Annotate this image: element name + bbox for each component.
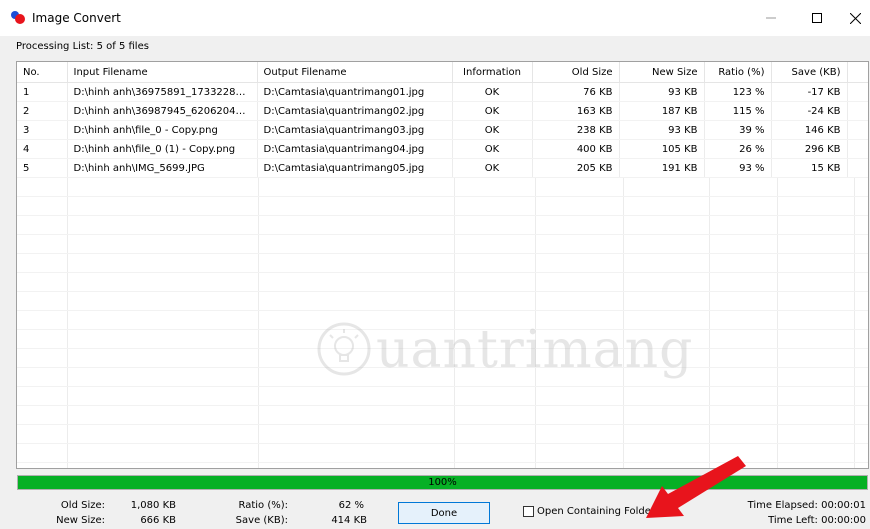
- table-row[interactable]: 1 D:\hinh anh\36975891_1733228273... D:\…: [17, 82, 868, 102]
- table-row[interactable]: 4 D:\hinh anh\file_0 (1) - Copy.png D:\C…: [17, 139, 868, 159]
- cell-output: D:\Camtasia\quantrimang05.jpg: [257, 158, 453, 178]
- table-header: No. Input Filename Output Filename Infor…: [17, 62, 868, 83]
- cell-info: OK: [452, 139, 533, 159]
- cell-info: OK: [452, 82, 533, 102]
- new-size-label: New Size:: [56, 515, 105, 526]
- cell-save: -24 KB: [771, 101, 848, 121]
- col-header-input[interactable]: Input Filename: [67, 62, 258, 83]
- cell-old-size: 400 KB: [532, 139, 620, 159]
- col-header-no[interactable]: No.: [17, 62, 68, 83]
- table-row[interactable]: 3 D:\hinh anh\file_0 - Copy.png D:\Camta…: [17, 120, 868, 140]
- col-header-output[interactable]: Output Filename: [257, 62, 453, 83]
- old-size-label: Old Size:: [60, 500, 105, 511]
- ratio-value: 62 %: [338, 500, 364, 511]
- cell-ratio: 39 %: [704, 120, 772, 140]
- app-icon: [10, 11, 26, 24]
- cell-input: D:\hinh anh\file_0 - Copy.png: [67, 120, 258, 140]
- processing-list-label: Processing List: 5 of 5 files: [16, 41, 149, 52]
- cell-no: 1: [17, 82, 68, 102]
- table-row[interactable]: 2 D:\hinh anh\36987945_6206204116... D:\…: [17, 101, 868, 121]
- cell-output: D:\Camtasia\quantrimang01.jpg: [257, 82, 453, 102]
- open-folder-label[interactable]: Open Containing Folder: [537, 506, 655, 517]
- old-size-value: 1,080 KB: [130, 500, 176, 511]
- cell-new-size: 191 KB: [619, 158, 705, 178]
- cell-old-size: 238 KB: [532, 120, 620, 140]
- lightbulb-icon: [316, 321, 372, 380]
- minimize-icon[interactable]: [748, 0, 794, 36]
- cell-ratio: 93 %: [704, 158, 772, 178]
- cell-input: D:\hinh anh\file_0 (1) - Copy.png: [67, 139, 258, 159]
- watermark-text: uantrimang: [376, 320, 694, 380]
- done-button[interactable]: Done: [398, 502, 490, 524]
- cell-input: D:\hinh anh\36975891_1733228273...: [67, 82, 258, 102]
- red-arrow-icon: [640, 452, 750, 527]
- cell-no: 5: [17, 158, 68, 178]
- close-icon[interactable]: [840, 0, 870, 36]
- image-convert-window: Image Convert Processing List: 5 of 5 fi…: [0, 0, 870, 529]
- cell-no: 3: [17, 120, 68, 140]
- save-label: Save (KB):: [235, 515, 288, 526]
- col-header-new-size[interactable]: New Size: [619, 62, 705, 83]
- maximize-icon[interactable]: [794, 0, 840, 36]
- cell-old-size: 205 KB: [532, 158, 620, 178]
- cell-ratio: 26 %: [704, 139, 772, 159]
- cell-info: OK: [452, 101, 533, 121]
- cell-input: D:\hinh anh\IMG_5699.JPG: [67, 158, 258, 178]
- cell-new-size: 187 KB: [619, 101, 705, 121]
- cell-old-size: 76 KB: [532, 82, 620, 102]
- cell-info: OK: [452, 120, 533, 140]
- col-header-save[interactable]: Save (KB): [771, 62, 848, 83]
- col-header-information[interactable]: Information: [452, 62, 533, 83]
- col-header-ratio[interactable]: Ratio (%): [704, 62, 772, 83]
- cell-new-size: 93 KB: [619, 82, 705, 102]
- open-folder-option[interactable]: Open Containing Folder: [523, 506, 655, 517]
- ratio-label: Ratio (%):: [238, 500, 288, 511]
- cell-new-size: 105 KB: [619, 139, 705, 159]
- cell-save: 296 KB: [771, 139, 848, 159]
- cell-ratio: 115 %: [704, 101, 772, 121]
- cell-no: 2: [17, 101, 68, 121]
- table-row[interactable]: 5 D:\hinh anh\IMG_5699.JPG D:\Camtasia\q…: [17, 158, 868, 178]
- cell-output: D:\Camtasia\quantrimang03.jpg: [257, 120, 453, 140]
- cell-old-size: 163 KB: [532, 101, 620, 121]
- cell-no: 4: [17, 139, 68, 159]
- title-bar[interactable]: Image Convert: [0, 0, 870, 36]
- cell-output: D:\Camtasia\quantrimang02.jpg: [257, 101, 453, 121]
- cell-info: OK: [452, 158, 533, 178]
- file-table: No. Input Filename Output Filename Infor…: [17, 62, 868, 178]
- col-header-filler: [847, 62, 868, 83]
- col-header-old-size[interactable]: Old Size: [532, 62, 620, 83]
- cell-save: -17 KB: [771, 82, 848, 102]
- cell-output: D:\Camtasia\quantrimang04.jpg: [257, 139, 453, 159]
- window-title: Image Convert: [32, 11, 121, 25]
- cell-ratio: 123 %: [704, 82, 772, 102]
- table-body: 1 D:\hinh anh\36975891_1733228273... D:\…: [17, 82, 868, 178]
- cell-save: 15 KB: [771, 158, 848, 178]
- cell-save: 146 KB: [771, 120, 848, 140]
- new-size-value: 666 KB: [140, 515, 176, 526]
- cell-input: D:\hinh anh\36987945_6206204116...: [67, 101, 258, 121]
- watermark: uantrimang: [316, 320, 693, 380]
- open-folder-checkbox[interactable]: [523, 506, 534, 517]
- save-value: 414 KB: [331, 515, 367, 526]
- cell-new-size: 93 KB: [619, 120, 705, 140]
- file-list[interactable]: No. Input Filename Output Filename Infor…: [16, 61, 869, 469]
